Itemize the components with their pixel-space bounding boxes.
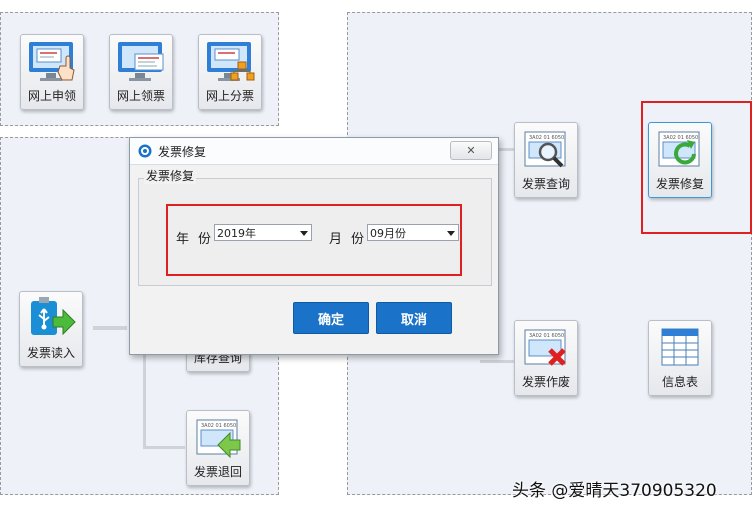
dialog-title: 发票修复 bbox=[158, 144, 207, 159]
info-table-label: 信息表 bbox=[661, 375, 698, 389]
invoice-read-tile[interactable]: 发票读入 bbox=[19, 291, 83, 367]
close-button[interactable]: ✕ bbox=[450, 141, 492, 160]
invoice-query-tile[interactable]: 3A02 01 6050 发票查询 bbox=[514, 122, 578, 198]
watermark-text: 头条 @爱晴天370905320 bbox=[512, 481, 717, 501]
connector-right-bottom bbox=[480, 360, 514, 363]
invoice-return-tile[interactable]: 3A02 01 6050 发票退回 bbox=[186, 410, 250, 486]
online-distribute-tile[interactable]: 网上分票 bbox=[198, 34, 262, 110]
group-label: 发票修复 bbox=[144, 167, 197, 184]
invoice-query-label: 发票查询 bbox=[521, 177, 570, 191]
online-collect-label: 网上领票 bbox=[116, 89, 165, 103]
invoice-void-icon: 3A02 01 6050 bbox=[524, 329, 566, 366]
connector-right-top bbox=[497, 148, 514, 151]
monitor-tree-icon bbox=[207, 42, 255, 81]
connector-return bbox=[143, 446, 185, 449]
cancel-button[interactable]: 取消 bbox=[376, 302, 452, 334]
usb-import-icon bbox=[31, 297, 76, 336]
app-logo-icon bbox=[138, 144, 152, 158]
invoice-return-label: 发票退回 bbox=[193, 465, 242, 479]
dialog-titlebar: 发票修复 ✕ bbox=[130, 138, 498, 165]
svg-text:3A02 01 6050: 3A02 01 6050 bbox=[201, 423, 236, 429]
svg-text:3A02 01 6050: 3A02 01 6050 bbox=[529, 333, 564, 339]
invoice-void-tile[interactable]: 3A02 01 6050 发票作废 bbox=[514, 320, 578, 396]
date-selection-highlight bbox=[166, 204, 462, 276]
ok-button[interactable]: 确定 bbox=[293, 302, 369, 334]
invoice-return-icon: 3A02 01 6050 bbox=[196, 419, 241, 459]
svg-text:3A02 01 6050: 3A02 01 6050 bbox=[529, 135, 564, 141]
connector-vertical bbox=[143, 352, 146, 448]
online-collect-tile[interactable]: 网上领票 bbox=[109, 34, 173, 110]
invoice-read-label: 发票读入 bbox=[26, 346, 75, 360]
monitor-hand-icon bbox=[29, 42, 75, 81]
info-table-tile[interactable]: 信息表 bbox=[648, 320, 712, 396]
invoice-void-label: 发票作废 bbox=[521, 375, 570, 389]
monitor-invoice-icon bbox=[118, 42, 164, 81]
online-distribute-label: 网上分票 bbox=[205, 89, 254, 103]
online-apply-label: 网上申领 bbox=[27, 89, 76, 103]
repair-tile-highlight bbox=[641, 101, 752, 234]
online-apply-tile[interactable]: 网上申领 bbox=[20, 34, 84, 110]
table-icon bbox=[661, 328, 699, 366]
connector-read-arrow bbox=[93, 326, 127, 330]
invoice-search-icon: 3A02 01 6050 bbox=[524, 131, 566, 168]
